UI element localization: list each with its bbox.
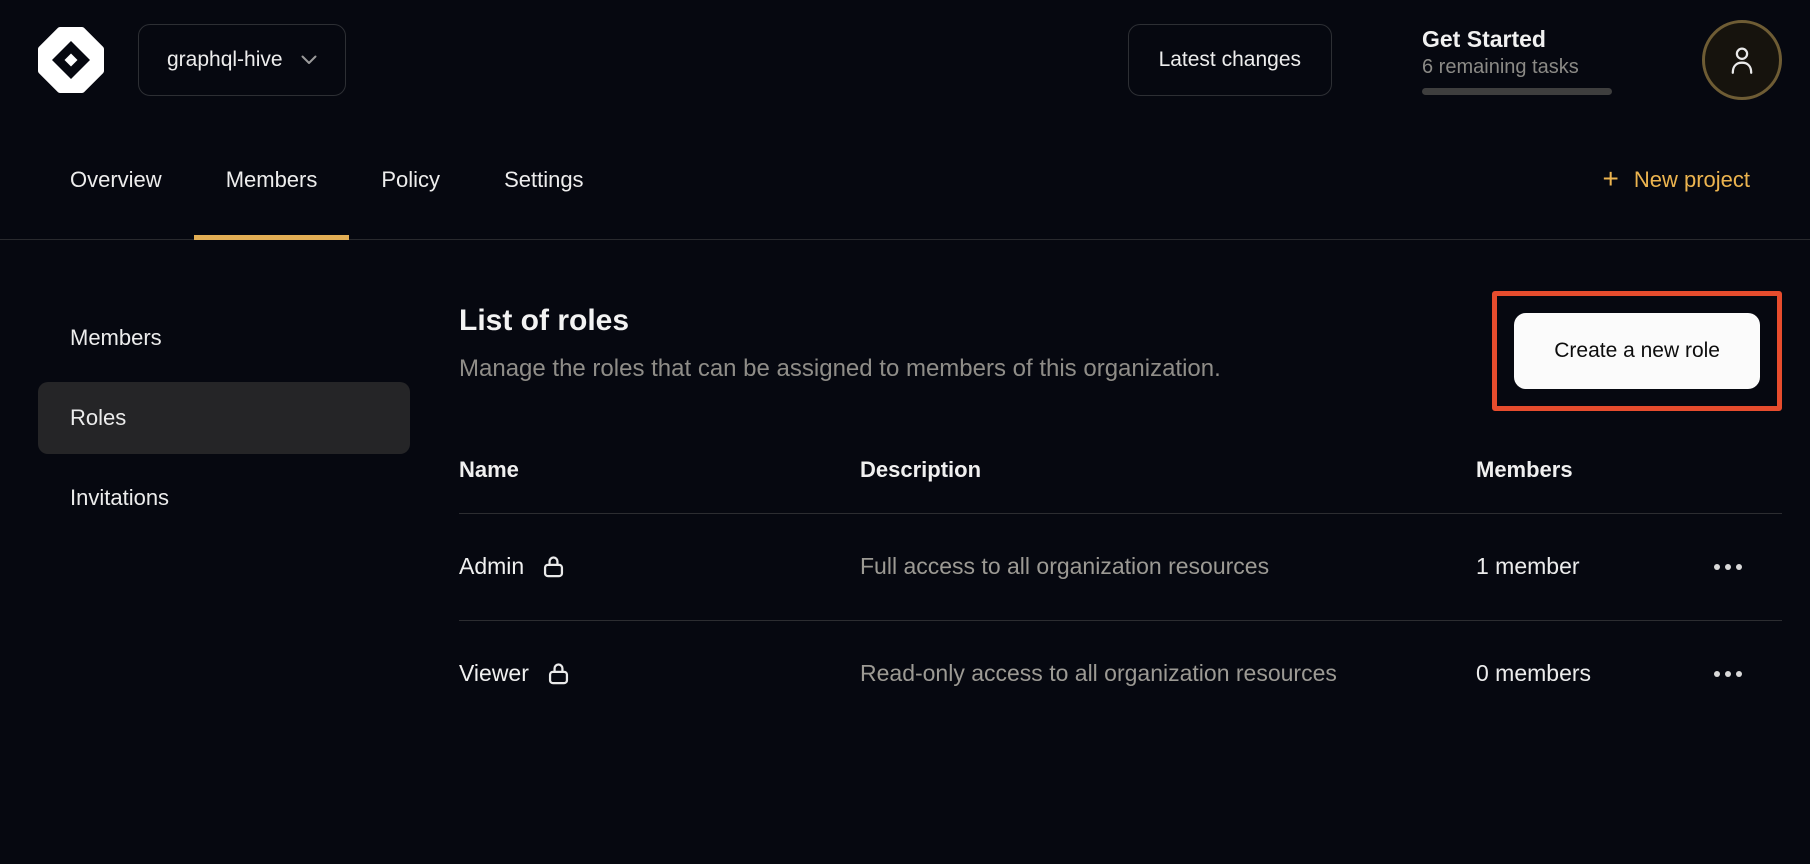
roles-header: List of roles Manage the roles that can … [459,296,1782,411]
create-role-button[interactable]: Create a new role [1514,313,1760,389]
column-header-menu [1712,457,1782,483]
get-started-title: Get Started [1422,26,1612,53]
new-project-link[interactable]: + New project [1602,120,1750,239]
top-header: graphql-hive Latest changes Get Started … [0,0,1810,120]
members-sidebar: Members Roles Invitations [0,240,420,727]
ellipsis-icon [1714,671,1720,677]
column-header-name: Name [459,457,860,483]
page-subtitle: Manage the roles that can be assigned to… [459,355,1221,383]
hive-logo-icon [36,25,106,95]
page-title: List of roles [459,304,1221,338]
column-header-description: Description [860,457,1476,483]
role-description: Full access to all organization resource… [860,548,1340,586]
tab-label: Settings [504,167,584,193]
tab-settings[interactable]: Settings [472,120,616,239]
hive-logo[interactable] [36,25,106,95]
tab-policy[interactable]: Policy [349,120,472,239]
row-actions-menu-button[interactable] [1712,554,1744,580]
annotation-highlight-box: Create a new role [1492,291,1782,411]
row-actions-menu-button[interactable] [1712,661,1744,687]
latest-changes-button[interactable]: Latest changes [1128,24,1332,96]
org-selector[interactable]: graphql-hive [138,24,346,96]
user-menu-button[interactable] [1702,20,1782,100]
sidebar-item-label: Roles [70,405,126,431]
org-tab-bar: Overview Members Policy Settings + New p… [0,120,1810,240]
new-project-label: New project [1634,167,1750,193]
tab-members[interactable]: Members [194,120,350,239]
role-members-count: 0 members [1476,660,1591,686]
lock-icon [540,552,567,581]
get-started-subtitle: 6 remaining tasks [1422,56,1612,79]
role-description: Read-only access to all organization res… [860,655,1340,693]
page-content: Members Roles Invitations List of roles … [0,240,1810,727]
role-name: Viewer [459,660,529,687]
sidebar-item-invitations[interactable]: Invitations [38,462,410,534]
tab-overview[interactable]: Overview [38,120,194,239]
sidebar-item-roles[interactable]: Roles [38,382,410,454]
table-row-viewer: Viewer Read-only access to all organizat… [459,621,1782,727]
tab-label: Overview [70,167,162,193]
roles-heading-block: List of roles Manage the roles that can … [459,296,1221,383]
role-members-count: 1 member [1476,553,1580,579]
column-header-members: Members [1476,457,1712,483]
tab-label: Policy [381,167,440,193]
table-header-row: Name Description Members [459,457,1782,514]
get-started-widget[interactable]: Get Started 6 remaining tasks [1422,26,1612,95]
sidebar-item-label: Members [70,325,162,351]
role-name: Admin [459,553,524,580]
role-name-cell: Admin [459,552,860,581]
org-name: graphql-hive [167,48,283,72]
roles-panel: List of roles Manage the roles that can … [420,240,1810,727]
header-right: Latest changes Get Started 6 remaining t… [1128,20,1782,100]
chevron-down-icon [301,55,317,65]
sidebar-item-label: Invitations [70,485,169,511]
plus-icon: + [1602,165,1618,193]
user-avatar-icon [1725,42,1759,78]
roles-table: Name Description Members Admin [459,457,1782,727]
role-name-cell: Viewer [459,659,860,688]
get-started-progress-bar [1422,88,1612,95]
tab-label: Members [226,167,318,193]
lock-icon [545,659,572,688]
table-row-admin: Admin Full access to all organization re… [459,514,1782,621]
ellipsis-icon [1714,564,1720,570]
sidebar-item-members[interactable]: Members [38,302,410,374]
